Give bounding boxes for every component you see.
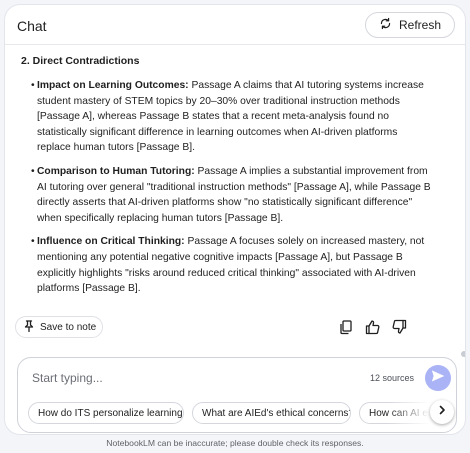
save-to-note-label: Save to note xyxy=(40,321,97,333)
bullet-marker: • xyxy=(31,80,35,91)
suggestion-chips: How do ITS personalize learning? What ar… xyxy=(28,402,446,426)
chat-panel: Chat Refresh 2. Direct Contradictions • I… xyxy=(4,4,466,435)
bullet-label: Impact on Learning Outcomes: xyxy=(37,80,189,91)
sources-count[interactable]: 12 sources xyxy=(370,373,414,383)
bullet-marker: • xyxy=(31,236,35,248)
bullet-label: Influence on Critical Thinking: xyxy=(37,236,185,248)
bullet-text: Passage A claims that AI tutoring system… xyxy=(37,80,424,154)
bullet-marker: • xyxy=(31,165,35,177)
chat-title: Chat xyxy=(17,18,47,34)
list-item: • Comparison to Human Tutoring: Passage A… xyxy=(25,164,431,226)
send-icon xyxy=(431,369,445,388)
response-actions: Save to note xyxy=(15,316,415,338)
chips-scroll-right-button[interactable] xyxy=(430,400,454,424)
thumbs-up-icon[interactable] xyxy=(364,318,382,336)
chat-input[interactable] xyxy=(32,368,332,388)
chat-composer: 12 sources How do ITS personalize learni… xyxy=(17,357,457,433)
send-button[interactable] xyxy=(425,365,451,391)
thumbs-down-icon[interactable] xyxy=(390,318,408,336)
refresh-label: Refresh xyxy=(398,18,442,32)
disclaimer-text: NotebookLM can be inaccurate; please dou… xyxy=(106,438,364,448)
chevron-right-icon xyxy=(436,403,448,421)
list-item: • Influence on Critical Thinking: Passage… xyxy=(25,234,431,296)
bullet-label: Comparison to Human Tutoring: xyxy=(37,165,195,177)
copy-icon[interactable] xyxy=(337,318,355,336)
scroll-indicator[interactable] xyxy=(461,351,465,357)
section-title: 2. Direct Contradictions xyxy=(21,55,140,67)
suggestion-chip[interactable]: How do ITS personalize learning? xyxy=(28,402,184,424)
chat-header: Chat Refresh xyxy=(5,5,465,45)
list-item: • Impact on Learning Outcomes: Passage A … xyxy=(25,78,431,156)
save-to-note-button[interactable]: Save to note xyxy=(15,316,103,338)
refresh-button[interactable]: Refresh xyxy=(365,12,455,38)
refresh-icon xyxy=(379,17,392,33)
bullet-list: • Impact on Learning Outcomes: Passage A … xyxy=(21,78,431,297)
suggestion-chip[interactable]: What are AIEd's ethical concerns? xyxy=(192,402,351,424)
response-content: 2. Direct Contradictions • Impact on Lear… xyxy=(21,55,431,305)
pin-icon xyxy=(24,319,34,335)
